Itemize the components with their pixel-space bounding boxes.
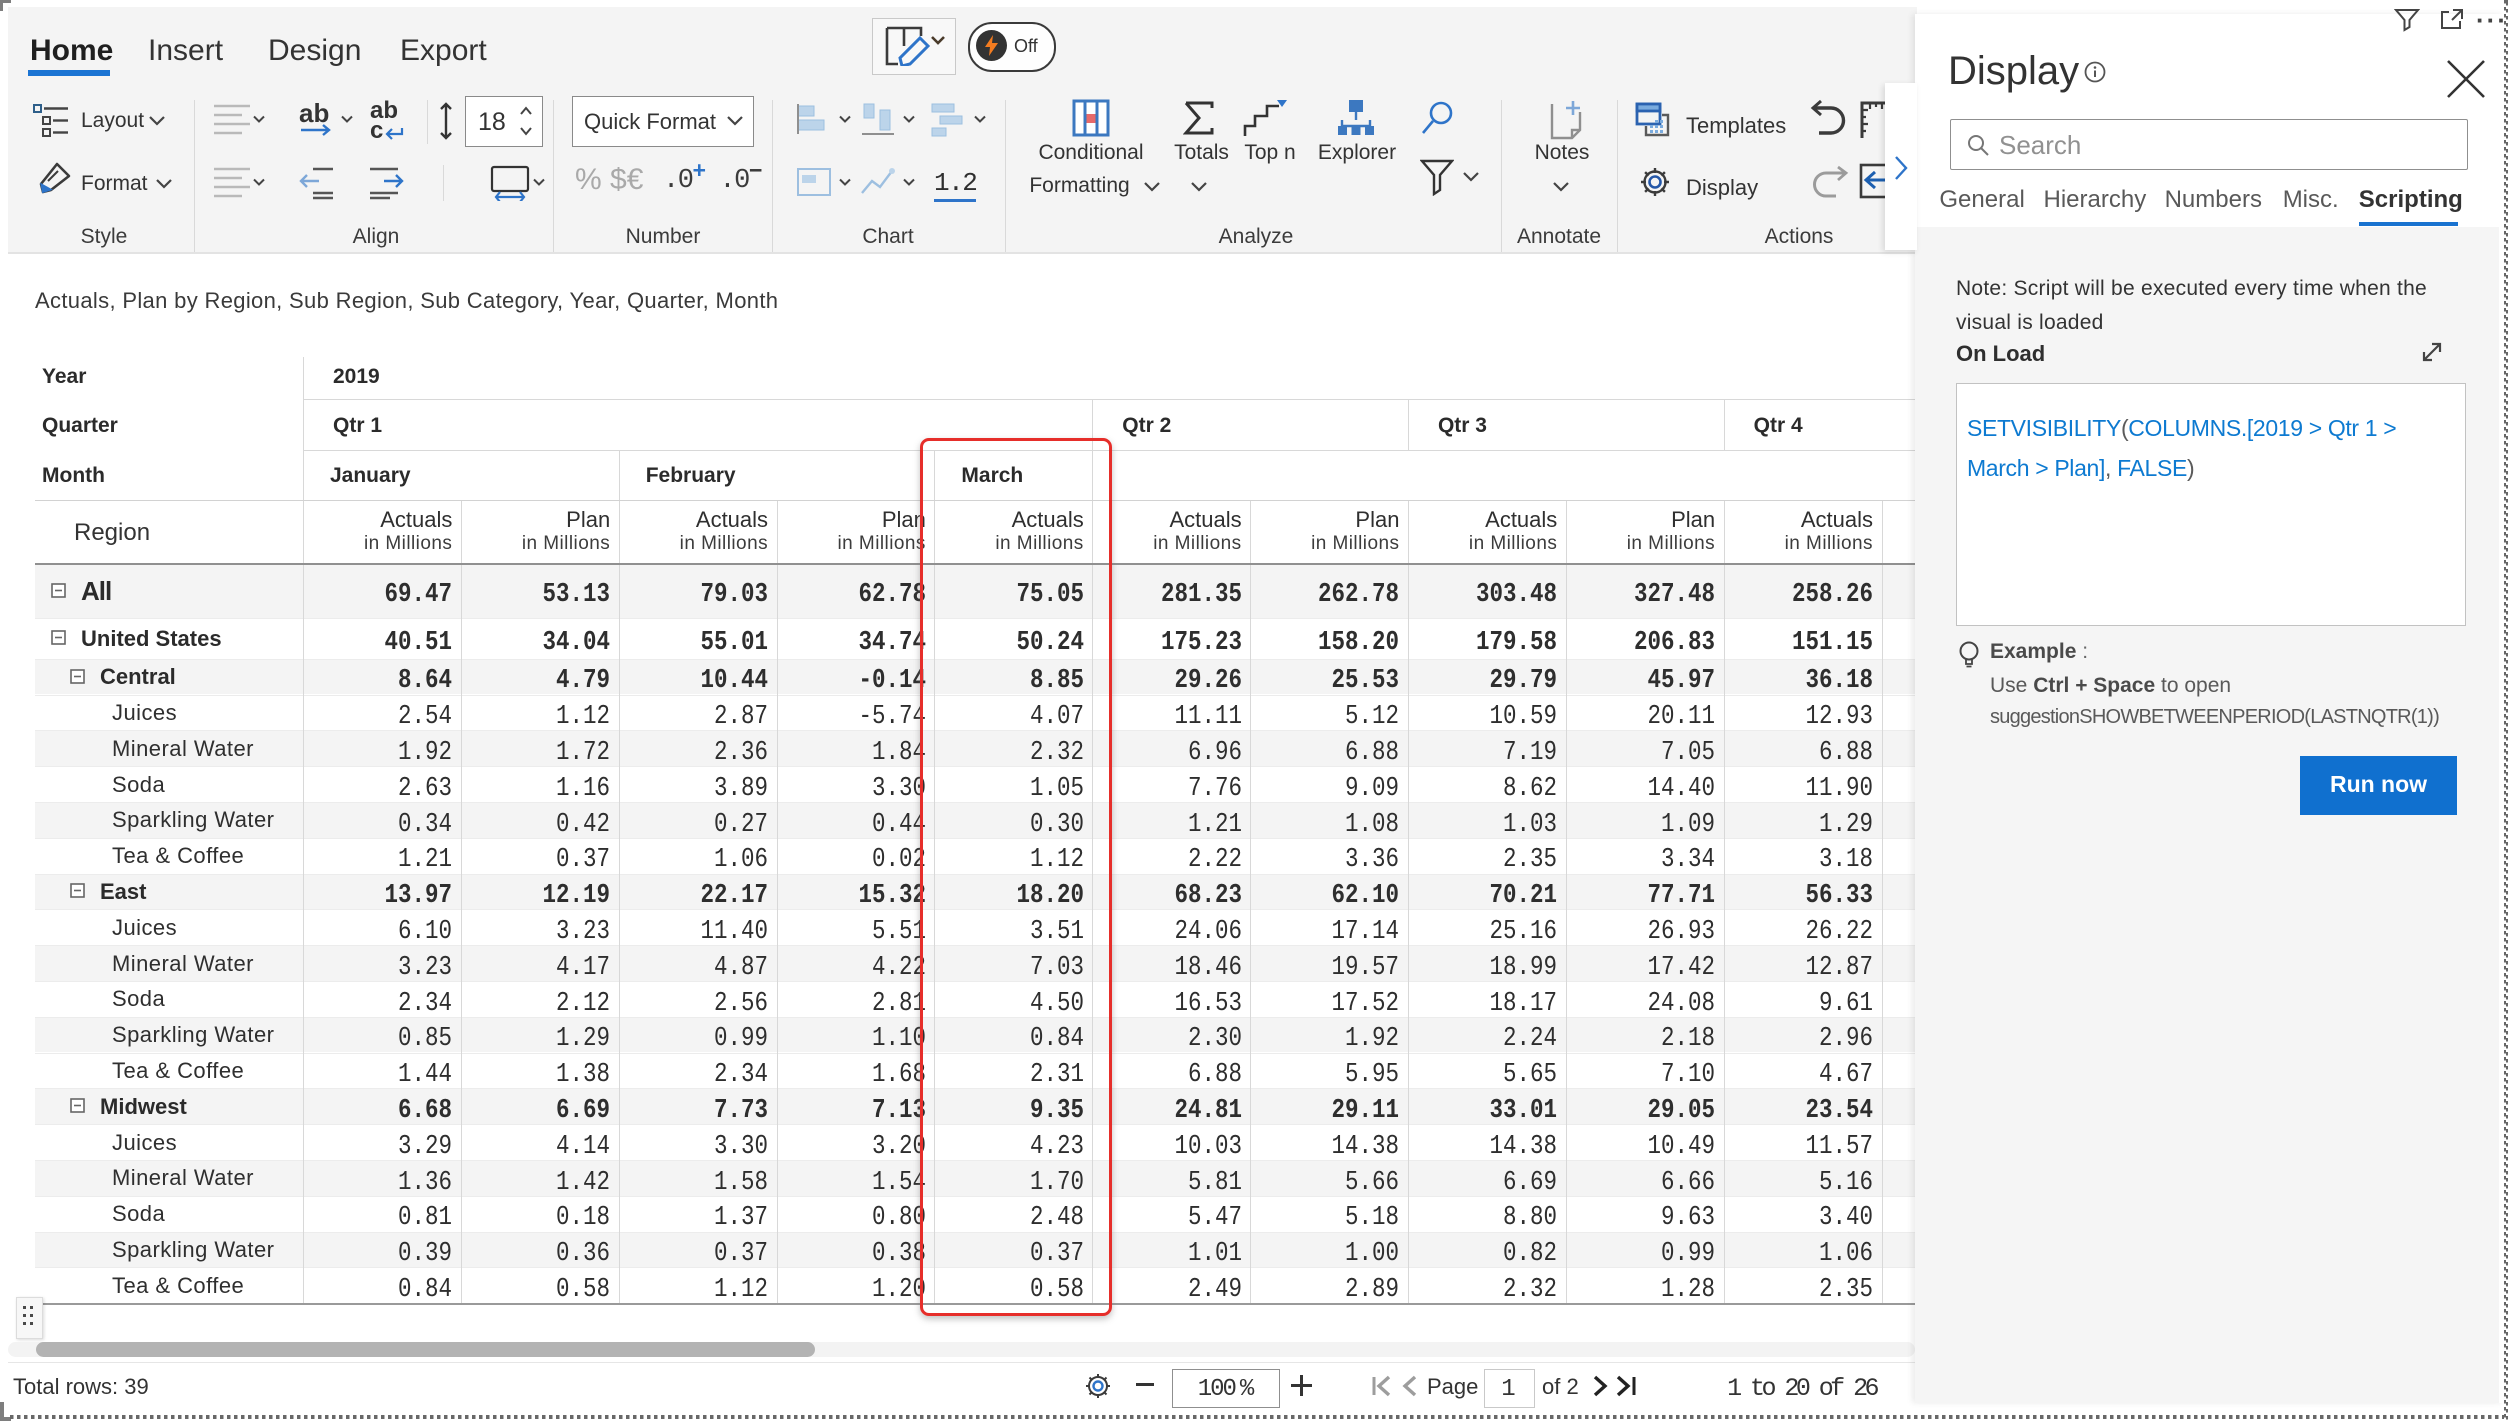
svg-text:c: c bbox=[370, 117, 383, 142]
svg-text:ab: ab bbox=[299, 100, 329, 128]
